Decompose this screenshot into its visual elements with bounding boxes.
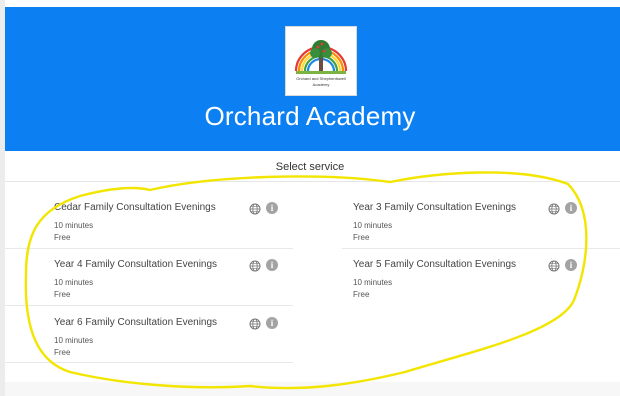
service-duration: 10 minutes	[353, 278, 393, 287]
logo-name-line2: Academy	[312, 82, 330, 87]
service-title: Cedar Family Consultation Evenings	[54, 202, 216, 213]
school-name: Orchard Academy	[204, 101, 416, 131]
service-card-year-6[interactable]: Year 6 Family Consultation Evenings 10 m…	[54, 317, 294, 365]
service-title: Year 4 Family Consultation Evenings	[54, 259, 218, 270]
service-title: Year 6 Family Consultation Evenings	[54, 317, 218, 328]
section-divider	[5, 181, 620, 182]
service-title: Year 5 Family Consultation Evenings	[353, 259, 517, 270]
service-duration: 10 minutes	[54, 336, 94, 345]
globe-icon	[548, 203, 560, 215]
globe-icon	[249, 203, 261, 215]
info-icon[interactable]: i	[565, 259, 577, 271]
info-icon[interactable]: i	[266, 317, 278, 329]
service-price: Free	[54, 233, 71, 242]
school-logo: Orchard and Shepherdswell Academy	[285, 26, 357, 96]
service-price: Free	[54, 290, 71, 299]
service-card-year-3[interactable]: Year 3 Family Consultation Evenings 10 m…	[353, 202, 593, 250]
service-price: Free	[353, 233, 370, 242]
logo-name-line1: Orchard and Shepherdswell	[296, 76, 346, 81]
globe-icon	[249, 260, 261, 272]
service-card-cedar[interactable]: Cedar Family Consultation Evenings 10 mi…	[54, 202, 294, 250]
service-card-year-5[interactable]: Year 5 Family Consultation Evenings 10 m…	[353, 259, 593, 307]
info-icon[interactable]: i	[565, 202, 577, 214]
service-card-year-4[interactable]: Year 4 Family Consultation Evenings 10 m…	[54, 259, 294, 307]
service-title: Year 3 Family Consultation Evenings	[353, 202, 517, 213]
service-duration: 10 minutes	[54, 278, 94, 287]
service-price: Free	[54, 348, 71, 357]
info-icon[interactable]: i	[266, 202, 278, 214]
info-icon[interactable]: i	[266, 259, 278, 271]
service-duration: 10 minutes	[353, 221, 393, 230]
service-price: Free	[353, 290, 370, 299]
globe-icon	[249, 318, 261, 330]
section-title: Select service	[275, 161, 345, 173]
service-duration: 10 minutes	[54, 221, 94, 230]
footer-band	[5, 382, 620, 396]
globe-icon	[548, 260, 560, 272]
